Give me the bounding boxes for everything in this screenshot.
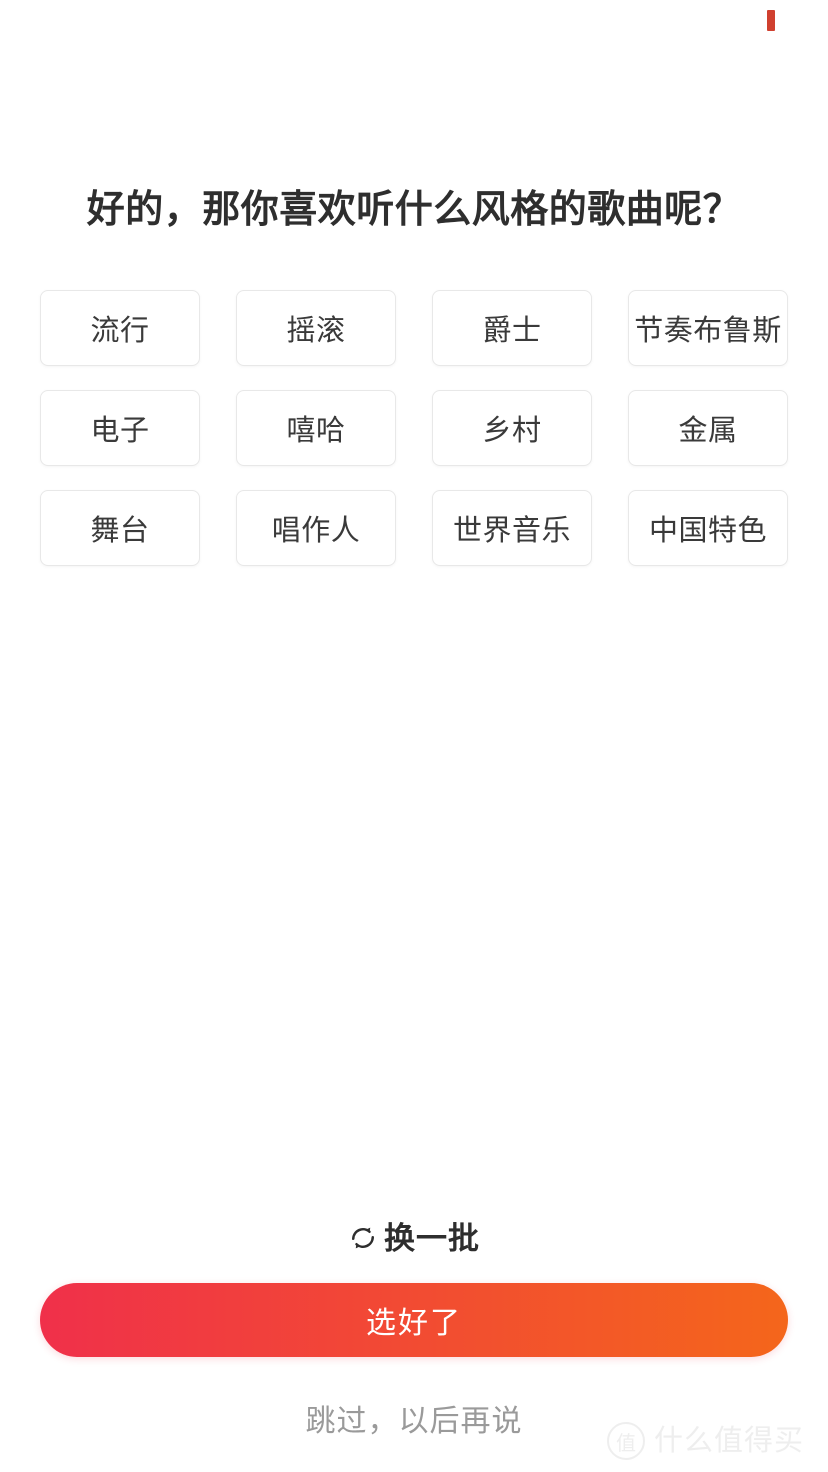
genre-tag[interactable]: 电子 — [40, 390, 200, 466]
refresh-batch-button[interactable]: 换一批 — [0, 1214, 828, 1262]
genre-tag[interactable]: 嘻哈 — [236, 390, 396, 466]
genre-tag[interactable]: 世界音乐 — [432, 490, 592, 566]
watermark-logo-icon: 值 — [606, 1422, 645, 1460]
genre-tag[interactable]: 唱作人 — [236, 490, 396, 566]
page-title: 好的，那你喜欢听什么风格的歌曲呢？ — [86, 189, 742, 232]
watermark: 值 什么值得买 — [606, 1422, 804, 1460]
status-indicator — [767, 10, 775, 31]
genre-tag[interactable]: 舞台 — [40, 490, 200, 566]
genre-tag[interactable]: 乡村 — [432, 390, 592, 466]
status-bar — [0, 0, 828, 44]
watermark-label: 什么值得买 — [653, 1424, 804, 1457]
genre-tag[interactable]: 流行 — [40, 290, 200, 366]
genre-tag[interactable]: 中国特色 — [628, 490, 788, 566]
refresh-batch-label: 换一批 — [384, 1220, 480, 1256]
genre-tag[interactable]: 节奏布鲁斯 — [628, 290, 788, 366]
genre-tag[interactable]: 爵士 — [432, 290, 592, 366]
genre-tag[interactable]: 摇滚 — [236, 290, 396, 366]
refresh-icon — [348, 1223, 378, 1253]
genre-tag[interactable]: 金属 — [628, 390, 788, 466]
genre-tag-grid: 流行 摇滚 爵士 节奏布鲁斯电子 嘻哈 乡村 金属舞台 唱作人 世界音乐 中国特色 — [40, 290, 788, 566]
confirm-button[interactable]: 选好了 — [40, 1283, 788, 1357]
